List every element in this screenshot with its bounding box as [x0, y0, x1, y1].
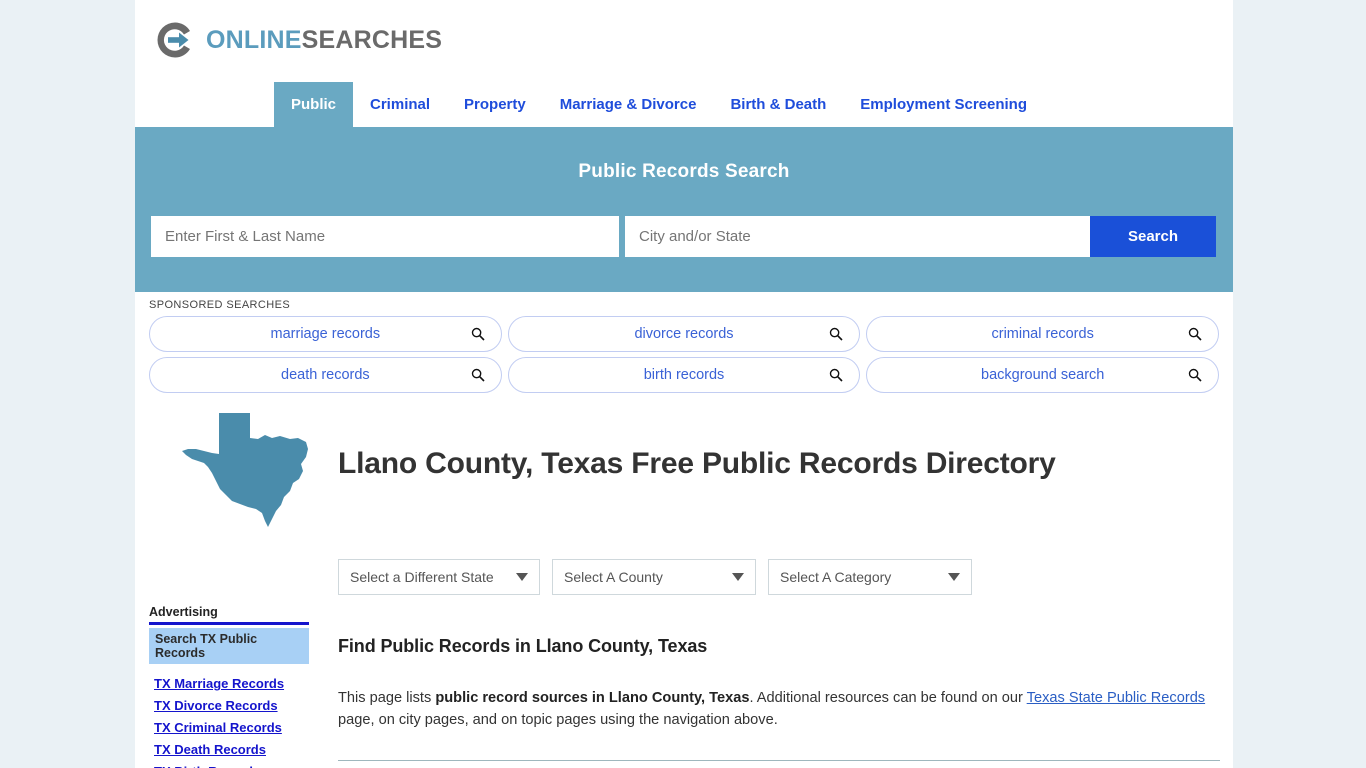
sponsored-row-2: death records birth records background s…: [135, 357, 1233, 398]
chevron-down-icon: [732, 573, 744, 581]
ad-link-tx-birth-records[interactable]: TX Birth Records: [154, 764, 309, 768]
sponsored-pill-background-search[interactable]: background search: [866, 357, 1220, 393]
category-select-label: Select A Category: [780, 569, 892, 585]
name-search-input[interactable]: [151, 216, 619, 257]
chevron-down-icon: [516, 573, 528, 581]
sponsored-pill-label: birth records: [643, 367, 725, 383]
sponsored-pill-death-records[interactable]: death records: [149, 357, 502, 393]
search-button[interactable]: Search: [1090, 216, 1216, 257]
advertising-sidebar: Advertising Search TX Public Records TX …: [149, 605, 309, 768]
public-records-search-panel: Public Records Search Search: [135, 127, 1233, 292]
site-header: ONLINESEARCHES: [135, 0, 1233, 82]
ad-link-tx-death-records[interactable]: TX Death Records: [154, 742, 309, 757]
sponsored-pill-divorce-records[interactable]: divorce records: [507, 316, 861, 352]
nav-item-criminal[interactable]: Criminal: [353, 82, 447, 127]
sponsored-pill-label: criminal records: [991, 326, 1094, 342]
intro-paragraph: This page lists public record sources in…: [338, 687, 1220, 731]
sponsored-pill-label: divorce records: [634, 326, 734, 342]
state-select-label: Select a Different State: [350, 569, 494, 585]
section-heading: Find Public Records in Llano County, Tex…: [338, 635, 708, 656]
advertising-label: Advertising: [149, 605, 309, 625]
section-divider: [338, 760, 1220, 762]
search-panel-title: Public Records Search: [578, 161, 790, 182]
search-icon: [1188, 327, 1202, 341]
sponsored-pill-label: marriage records: [270, 326, 381, 342]
ad-link-tx-criminal-records[interactable]: TX Criminal Records: [154, 720, 309, 735]
location-search-input[interactable]: [625, 216, 1090, 257]
main-content-area: Llano County, Texas Free Public Records …: [135, 399, 1233, 768]
search-icon: [471, 327, 485, 341]
county-select-label: Select A County: [564, 569, 663, 585]
ad-header-search-tx-public-records[interactable]: Search TX Public Records: [149, 628, 309, 664]
logo-word-searches: SEARCHES: [301, 25, 443, 54]
nav-item-property[interactable]: Property: [447, 82, 543, 127]
site-logo[interactable]: ONLINESEARCHES: [154, 19, 442, 61]
sponsored-pill-birth-records[interactable]: birth records: [507, 357, 861, 393]
paragraph-text-1: This page lists: [338, 689, 436, 706]
texas-state-public-records-link[interactable]: Texas State Public Records: [1027, 690, 1205, 706]
paragraph-bold-1: public record sources in Llano County, T…: [435, 689, 750, 706]
main-navigation: Public Criminal Property Marriage & Divo…: [135, 82, 1233, 127]
sponsored-row-1: marriage records divorce records crimina…: [135, 316, 1233, 357]
nav-item-public[interactable]: Public: [274, 82, 354, 127]
paragraph-text-3: page, on city pages, and on topic pages …: [338, 712, 778, 729]
nav-item-employment-screening[interactable]: Employment Screening: [843, 82, 1044, 127]
logo-wordmark: ONLINESEARCHES: [206, 25, 443, 54]
nav-item-marriage-divorce[interactable]: Marriage & Divorce: [543, 82, 714, 127]
chevron-down-icon: [948, 573, 960, 581]
sponsored-pill-label: background search: [981, 367, 1105, 383]
sponsored-searches-section: SPONSORED SEARCHES marriage records divo…: [135, 292, 1233, 398]
sponsored-pill-criminal-records[interactable]: criminal records: [866, 316, 1220, 352]
county-select[interactable]: Select A County: [552, 559, 756, 595]
circle-arrow-icon: [154, 19, 196, 61]
nav-item-birth-death[interactable]: Birth & Death: [713, 82, 843, 127]
ad-link-tx-marriage-records[interactable]: TX Marriage Records: [154, 676, 309, 691]
page-root: ONLINESEARCHES Public Criminal Property …: [0, 0, 1366, 768]
category-select[interactable]: Select A Category: [768, 559, 972, 595]
logo-word-online: ONLINE: [206, 25, 302, 54]
search-icon: [830, 368, 843, 382]
search-icon: [471, 368, 485, 382]
search-icon: [830, 327, 843, 341]
search-icon: [1188, 368, 1202, 382]
article-body: Find Public Records in Llano County, Tex…: [338, 621, 1220, 768]
ad-links-list: TX Marriage Records TX Divorce Records T…: [149, 676, 309, 768]
ad-link-tx-divorce-records[interactable]: TX Divorce Records: [154, 698, 309, 713]
sponsored-searches-label: SPONSORED SEARCHES: [149, 299, 291, 311]
page-title: Llano County, Texas Free Public Records …: [338, 447, 1056, 481]
texas-state-map-icon: [182, 413, 308, 527]
state-select[interactable]: Select a Different State: [338, 559, 540, 595]
content-container: ONLINESEARCHES Public Criminal Property …: [135, 0, 1233, 768]
sponsored-pill-label: death records: [281, 367, 370, 383]
sponsored-pill-marriage-records[interactable]: marriage records: [149, 316, 502, 352]
filter-dropdowns: Select a Different State Select A County…: [338, 559, 972, 595]
paragraph-text-2: . Additional resources can be found on o…: [749, 689, 1027, 706]
search-form: Search: [151, 216, 1216, 257]
